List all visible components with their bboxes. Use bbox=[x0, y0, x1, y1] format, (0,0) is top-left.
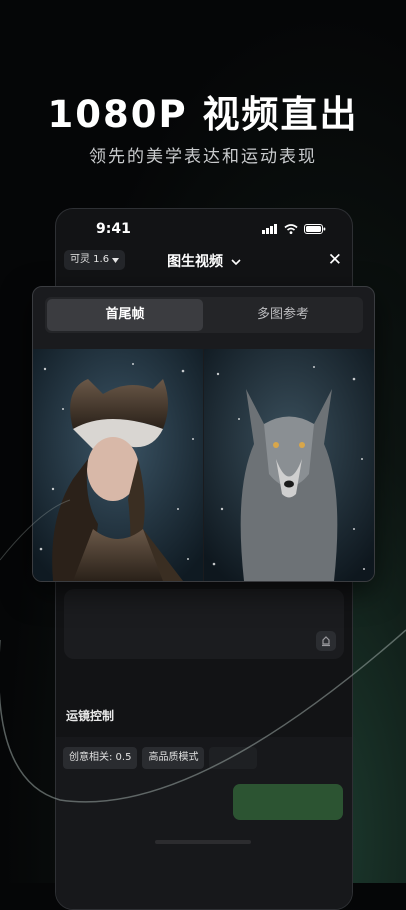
decorative-arc bbox=[0, 499, 406, 803]
